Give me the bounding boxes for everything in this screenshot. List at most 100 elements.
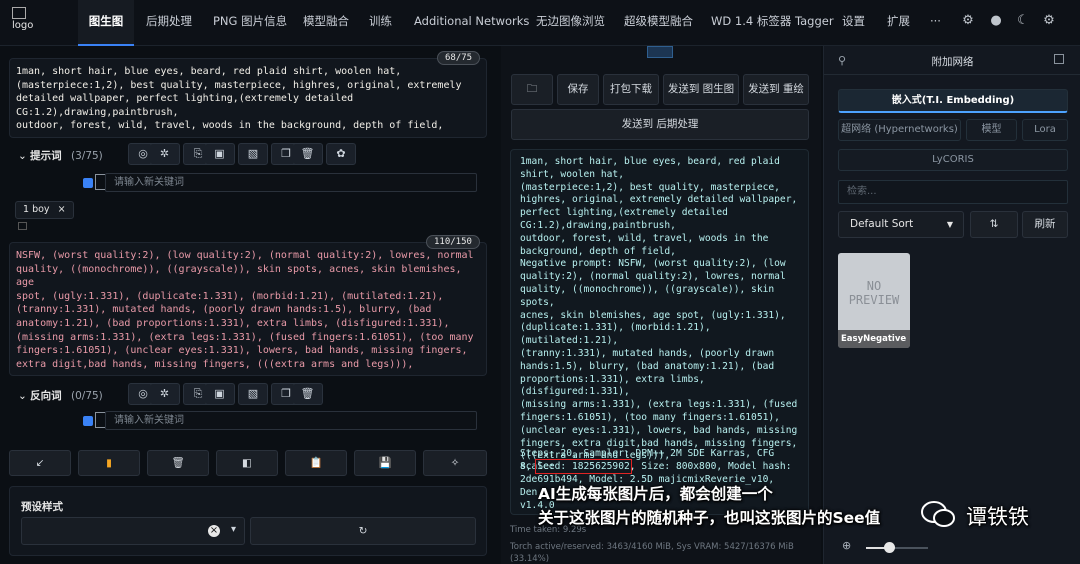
more-tabs-button[interactable]: ··· — [930, 0, 941, 46]
image-icon[interactable]: ▧ — [238, 143, 268, 165]
extra-networks-header: 附加网络 — [931, 56, 974, 68]
keyword-chip[interactable]: 1 boy × — [15, 201, 74, 219]
bookmark-icon[interactable]: ▣ — [205, 143, 235, 165]
subtitle-line-2: 关于这张图片的随机种子，也叫这张图片的See值 — [538, 509, 881, 527]
negative-prompt-box[interactable]: NSFW, (worst quality:2), (low quality:2)… — [9, 242, 487, 376]
extra-networks-panel: ⚲ 附加网络 嵌入式(T.I. Embedding) 超网络 (Hypernet… — [823, 46, 1080, 564]
top-nav: logo 图生图 后期处理 PNG 图片信息 模型融合 训练 Additiona… — [0, 0, 1080, 46]
styles-dropdown[interactable]: × ▾ — [21, 517, 245, 545]
settings-gear-icon[interactable]: ⚙ — [960, 13, 976, 29]
positive-prompt-box[interactable]: 1man, short hair, blue eyes, beard, red … — [9, 58, 487, 138]
github-icon[interactable]: ● — [988, 13, 1004, 29]
seed-prefix: 8, — [520, 461, 538, 472]
send-to-inpaint-button[interactable]: 发送到 重绘 — [743, 74, 809, 105]
tab-super-merger[interactable]: 超级模型融合 — [624, 0, 693, 46]
image-icon[interactable]: ▧ — [238, 383, 268, 405]
header-divider — [824, 74, 1080, 75]
positive-keyword-input[interactable]: 请输入新关键词 — [105, 173, 477, 192]
no-preview-placeholder: NO PREVIEW — [848, 279, 900, 307]
open-folder-icon[interactable]: 🗀 — [511, 74, 553, 105]
tab-settings[interactable]: 设置 — [842, 0, 865, 46]
sort-dropdown[interactable]: Default Sort ▼ — [838, 211, 964, 238]
zip-download-button[interactable]: 打包下载 — [603, 74, 659, 105]
network-card-name: EasyNegative — [838, 330, 910, 348]
torch-memory: Torch active/reserved: 3463/4160 MiB, Sy… — [510, 542, 794, 552]
styles-panel: 预设样式 × ▾ ↻ — [9, 486, 487, 556]
negative-section-count: (0/75) — [71, 390, 103, 402]
logo[interactable]: logo — [12, 7, 42, 37]
image-preview-thumb[interactable] — [647, 46, 673, 58]
subtitle-line-1: AI生成每张图片后，都会创建一个 — [538, 485, 773, 503]
seed-suffix: , Size: 800x800, Model hash: — [629, 461, 792, 472]
keyword-checkbox[interactable] — [83, 178, 93, 188]
chevron-down-icon: ▼ — [946, 220, 953, 229]
logo-image-icon — [12, 7, 26, 19]
torch-memory-percent: (33.14%) — [510, 554, 550, 564]
tab-img2img[interactable]: 图生图 — [78, 0, 134, 46]
send-to-extras-button[interactable]: 发送到 后期处理 — [511, 109, 809, 140]
prompt-section-label: 提示词 — [30, 150, 62, 162]
moon-theme-icon[interactable]: ☾ — [1015, 13, 1031, 29]
tab-extensions[interactable]: 扩展 — [887, 0, 910, 46]
positive-prompt-text[interactable]: 1man, short hair, blue eyes, beard, red … — [16, 65, 482, 133]
tab-train[interactable]: 训练 — [369, 0, 392, 46]
trash-icon[interactable]: 🗑 — [147, 450, 209, 476]
show-extra-networks-icon[interactable]: ◧ — [216, 450, 278, 476]
close-icon[interactable]: × — [58, 204, 66, 215]
trash-icon[interactable]: 🗑 — [293, 143, 323, 165]
styles-label: 预设样式 — [21, 501, 63, 513]
save-button[interactable]: 保存 — [557, 74, 599, 105]
chevron-down-icon: ⌄ — [18, 390, 27, 402]
prompt-toolbar: ◎ ✲ ⎘ ▣ ▧ ❐ 🗑 ✿ — [128, 143, 378, 165]
tab-textual-inversion[interactable]: 嵌入式(T.I. Embedding) — [838, 89, 1068, 113]
negative-prompt-text[interactable]: NSFW, (worst quality:2), (low quality:2)… — [16, 249, 484, 371]
sort-order-icon[interactable]: ⇅ — [970, 211, 1018, 238]
seed-value-highlight: Seed: 1825625902 — [535, 459, 632, 474]
clipboard-icon[interactable]: 📋 — [285, 450, 347, 476]
negative-token-counter: 110/150 — [426, 235, 480, 249]
zoom-icon: ⊕ — [842, 539, 852, 552]
prompt-section-count: (3/75) — [71, 150, 103, 162]
clear-icon[interactable]: × — [208, 525, 220, 537]
negative-keyword-checkbox[interactable] — [83, 416, 93, 426]
negative-keyword-input[interactable]: 请输入新关键词 — [105, 411, 477, 430]
negative-section-label: 反向词 — [30, 390, 62, 402]
paste-params-icon[interactable]: ▮ — [78, 450, 140, 476]
tab-png-info[interactable]: PNG 图片信息 — [213, 0, 287, 46]
tab-additional-networks[interactable]: Additional Networks — [414, 0, 529, 46]
tab-image-browser[interactable]: 无边图像浏览 — [536, 0, 605, 46]
gear-icon[interactable]: ⚙ — [1041, 13, 1057, 29]
tab-lora[interactable]: Lora — [1022, 119, 1068, 141]
refresh-icon: ↻ — [358, 525, 368, 537]
chevron-down-icon[interactable]: ▾ — [231, 524, 236, 535]
arrow-down-left-icon[interactable]: ↙ — [9, 450, 71, 476]
settings-icon[interactable]: ✲ — [150, 383, 180, 405]
action-button-row: ↙ ▮ 🗑 ◧ 📋 💾 ✧ — [9, 450, 487, 476]
refresh-networks-button[interactable]: 刷新 — [1022, 211, 1068, 238]
sort-value: Default Sort — [850, 218, 914, 230]
refresh-styles-button[interactable]: ↻ — [250, 517, 476, 545]
panel-toggle-icon[interactable] — [1054, 54, 1064, 64]
prompt-section-toggle[interactable]: ⌄ 提示词 (3/75) — [18, 148, 103, 163]
generation-info-box: 1man, short hair, blue eyes, beard, red … — [510, 149, 809, 515]
generation-info-text: 1man, short hair, blue eyes, beard, red … — [520, 156, 798, 462]
tab-checkpoint-merger[interactable]: 模型融合 — [303, 0, 349, 46]
tab-hypernetworks[interactable]: 超网络 (Hypernetworks) — [838, 119, 961, 141]
tab-lycoris[interactable]: LyCORIS — [838, 149, 1068, 171]
bookmark-icon[interactable]: ▣ — [205, 383, 235, 405]
tab-tagger[interactable]: WD 1.4 标签器 Tagger — [711, 0, 834, 46]
negative-section-toggle[interactable]: ⌄ 反向词 (0/75) — [18, 388, 103, 403]
zoom-slider-handle[interactable] — [884, 542, 895, 553]
trash-icon[interactable]: 🗑 — [293, 383, 323, 405]
negative-toolbar: ◎ ✲ ⎘ ▣ ▧ ❐ 🗑 — [128, 383, 323, 405]
tab-checkpoints[interactable]: 模型 — [966, 119, 1017, 141]
extra-networks-search-input[interactable]: 检索... — [838, 180, 1068, 204]
magic-wand-icon[interactable]: ✧ — [423, 450, 487, 476]
openai-icon[interactable]: ✿ — [326, 143, 356, 165]
send-to-img2img-button[interactable]: 发送到 图生图 — [663, 74, 739, 105]
chevron-down-icon: ⌄ — [18, 150, 27, 162]
tab-extras[interactable]: 后期处理 — [146, 0, 192, 46]
network-card-easynegative[interactable]: NO PREVIEW EasyNegative — [838, 253, 910, 348]
save-style-icon[interactable]: 💾 — [354, 450, 416, 476]
settings-icon[interactable]: ✲ — [150, 143, 180, 165]
